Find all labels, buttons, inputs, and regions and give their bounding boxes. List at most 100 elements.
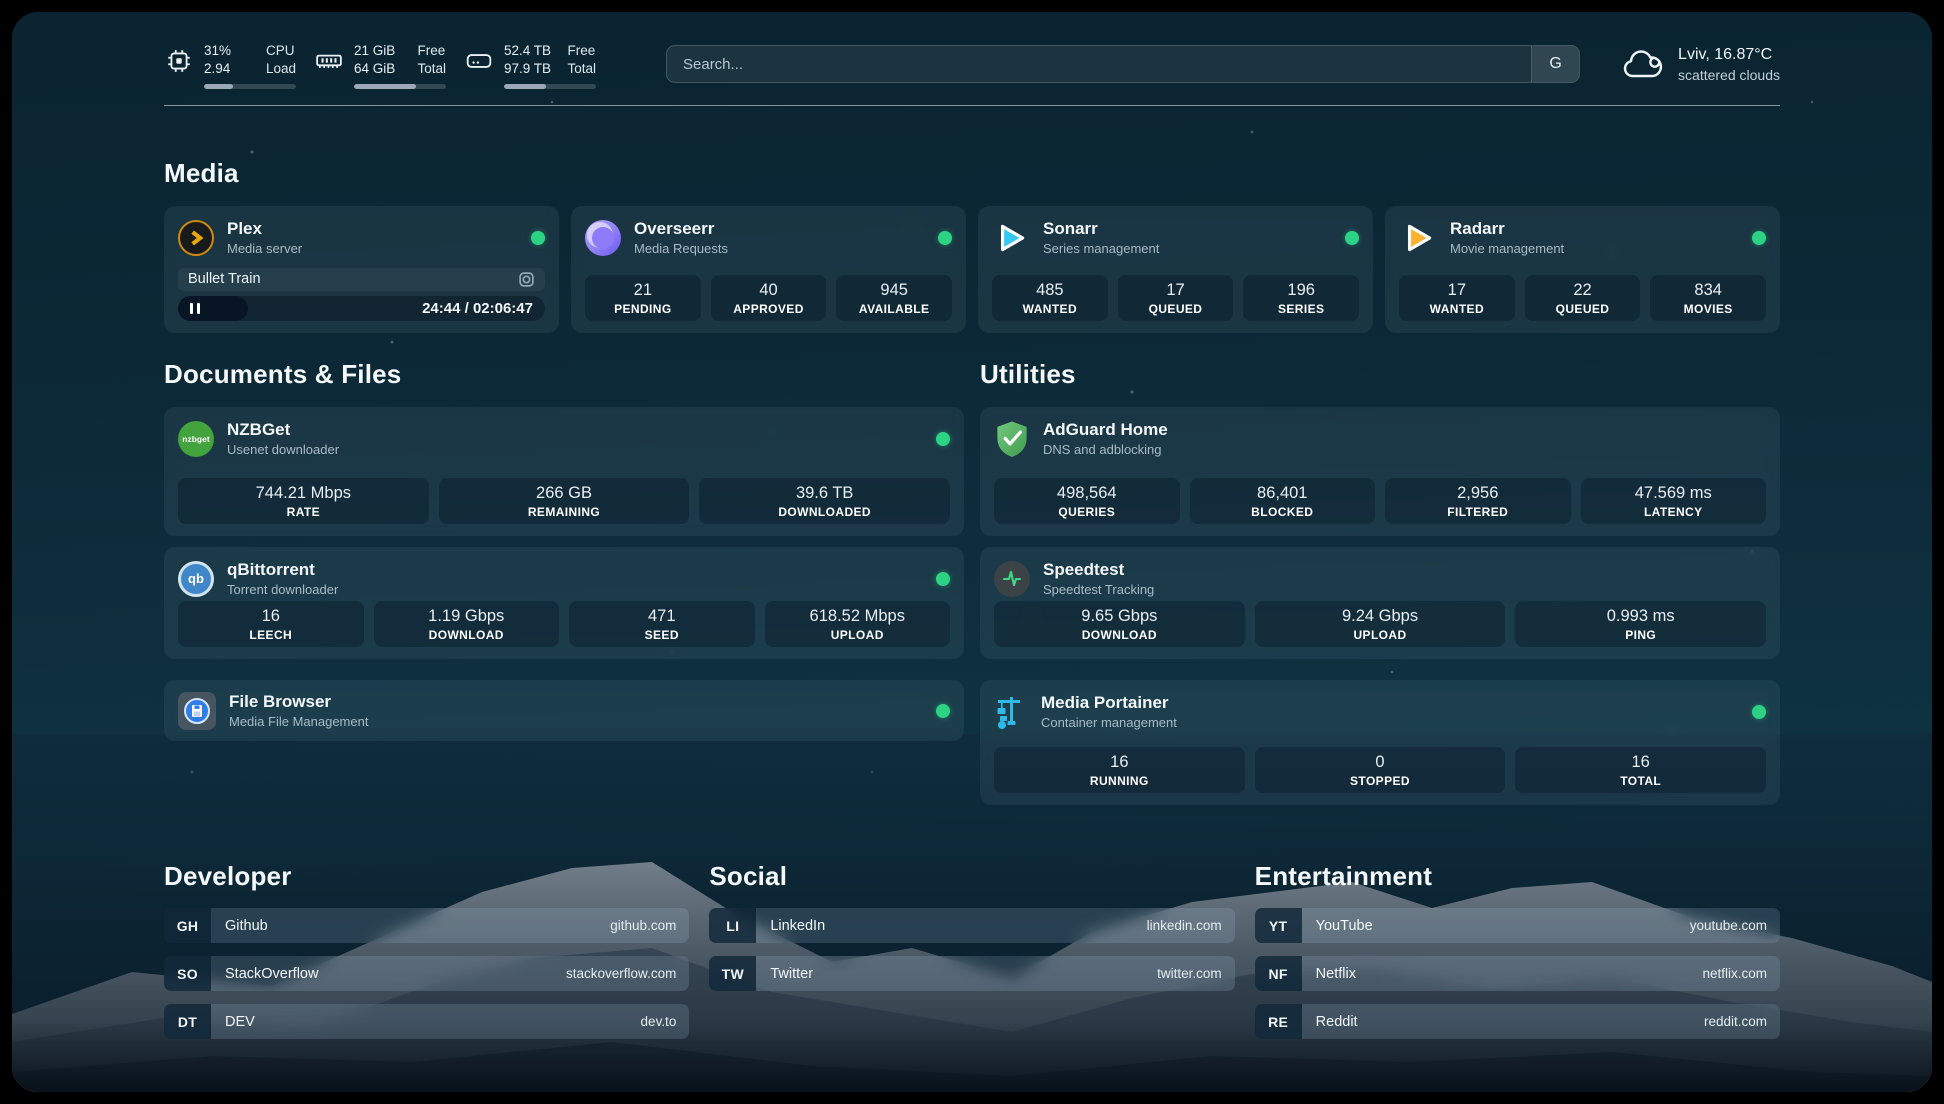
memory-stat-widget: 21 GiB 64 GiB Free Total bbox=[314, 42, 446, 89]
disk-label-bottom: Total bbox=[567, 60, 596, 78]
app-card-sonarr[interactable]: Sonarr Series management 485 WANTED 17 Q… bbox=[978, 206, 1373, 333]
stat-box: 834 MOVIES bbox=[1650, 275, 1766, 321]
link-row-stackoverflow[interactable]: SO StackOverflow stackoverflow.com bbox=[164, 956, 689, 991]
section-title-media: Media bbox=[164, 158, 1780, 189]
app-subtitle: Torrent downloader bbox=[227, 582, 338, 598]
link-url: youtube.com bbox=[1690, 918, 1767, 933]
link-badge: RE bbox=[1255, 1004, 1302, 1039]
stat-box: 1.19 Gbps DOWNLOAD bbox=[374, 601, 560, 647]
link-row-twitter[interactable]: TW Twitter twitter.com bbox=[709, 956, 1234, 991]
link-row-dev[interactable]: DT DEV dev.to bbox=[164, 1004, 689, 1039]
now-playing-title: Bullet Train bbox=[188, 271, 261, 287]
app-card-speedtest[interactable]: Speedtest Speedtest Tracking 9.65 Gbps D… bbox=[980, 547, 1780, 659]
cpu-load-value: 2.94 bbox=[204, 60, 231, 78]
stat-box: 40 APPROVED bbox=[711, 275, 827, 321]
sonarr-icon bbox=[992, 219, 1030, 257]
memory-icon bbox=[314, 42, 344, 89]
plex-icon bbox=[178, 220, 214, 256]
status-online-dot bbox=[936, 572, 950, 586]
memory-free-value: 21 GiB bbox=[354, 42, 395, 60]
stat-box: 16 RUNNING bbox=[994, 747, 1245, 793]
app-name: File Browser bbox=[229, 691, 368, 712]
link-label: LinkedIn bbox=[770, 918, 825, 934]
link-badge: GH bbox=[164, 908, 211, 943]
status-online-dot bbox=[1752, 705, 1766, 719]
stat-box: 16 LEECH bbox=[178, 601, 364, 647]
app-card-portainer[interactable]: Media Portainer Container management 16 … bbox=[980, 680, 1780, 805]
app-subtitle: Media Requests bbox=[634, 241, 728, 257]
link-badge: SO bbox=[164, 956, 211, 991]
link-row-reddit[interactable]: RE Reddit reddit.com bbox=[1255, 1004, 1780, 1039]
header-divider bbox=[164, 105, 1780, 107]
link-row-netflix[interactable]: NF Netflix netflix.com bbox=[1255, 956, 1780, 991]
app-name: Sonarr bbox=[1043, 218, 1159, 239]
cpu-label-bottom: Load bbox=[266, 60, 296, 78]
filebrowser-icon bbox=[178, 692, 216, 730]
radarr-icon bbox=[1399, 219, 1437, 257]
section-documents: Documents & Files nzbget NZBGet Usenet d… bbox=[164, 359, 964, 805]
memory-label-bottom: Total bbox=[417, 60, 446, 78]
link-row-github[interactable]: GH Github github.com bbox=[164, 908, 689, 943]
section-utilities: Utilities AdGuard Home bbox=[980, 359, 1780, 805]
app-name: Plex bbox=[227, 218, 302, 239]
app-card-radarr[interactable]: Radarr Movie management 17 WANTED 22 QUE… bbox=[1385, 206, 1780, 333]
search-input[interactable] bbox=[667, 56, 1531, 73]
stat-box: 17 QUEUED bbox=[1118, 275, 1234, 321]
section-social: Social LI LinkedIn linkedin.com TW Twitt… bbox=[709, 861, 1234, 1039]
app-name: Overseerr bbox=[634, 218, 728, 239]
pause-icon[interactable] bbox=[190, 303, 200, 314]
app-subtitle: Movie management bbox=[1450, 241, 1564, 257]
overseerr-icon bbox=[585, 220, 621, 256]
app-card-adguard[interactable]: AdGuard Home DNS and adblocking 498,564 … bbox=[980, 407, 1780, 536]
media-progress-bar[interactable]: 24:44 / 02:06:47 bbox=[178, 296, 545, 321]
section-title-developer: Developer bbox=[164, 861, 689, 892]
link-row-linkedin[interactable]: LI LinkedIn linkedin.com bbox=[709, 908, 1234, 943]
search-engine-button[interactable]: G bbox=[1531, 46, 1579, 82]
stat-box: 266 GB REMAINING bbox=[439, 478, 690, 524]
app-card-nzbget[interactable]: nzbget NZBGet Usenet downloader 744.21 M… bbox=[164, 407, 964, 536]
link-url: netflix.com bbox=[1702, 966, 1767, 981]
link-label: YouTube bbox=[1316, 918, 1373, 934]
section-title-documents: Documents & Files bbox=[164, 359, 964, 390]
link-url: reddit.com bbox=[1704, 1014, 1767, 1029]
link-badge: YT bbox=[1255, 908, 1302, 943]
app-name: Speedtest bbox=[1043, 559, 1154, 580]
link-row-youtube[interactable]: YT YouTube youtube.com bbox=[1255, 908, 1780, 943]
app-name: qBittorrent bbox=[227, 559, 338, 580]
weather-condition: scattered clouds bbox=[1678, 67, 1780, 83]
link-url: github.com bbox=[610, 918, 676, 933]
link-url: twitter.com bbox=[1157, 966, 1222, 981]
link-label: Twitter bbox=[770, 966, 813, 982]
app-card-filebrowser[interactable]: File Browser Media File Management bbox=[164, 680, 964, 741]
link-badge: TW bbox=[709, 956, 756, 991]
memory-progress-bar bbox=[354, 84, 446, 89]
camera-icon[interactable] bbox=[518, 271, 535, 288]
app-name: Media Portainer bbox=[1041, 692, 1177, 713]
section-title-utilities: Utilities bbox=[980, 359, 1780, 390]
stat-box: 471 SEED bbox=[569, 601, 755, 647]
app-subtitle: Usenet downloader bbox=[227, 442, 339, 458]
stat-box: 618.52 Mbps UPLOAD bbox=[765, 601, 951, 647]
app-card-overseerr[interactable]: Overseerr Media Requests 21 PENDING 40 A… bbox=[571, 206, 966, 333]
memory-label-top: Free bbox=[417, 42, 446, 60]
app-subtitle: Speedtest Tracking bbox=[1043, 582, 1154, 598]
stat-box: 22 QUEUED bbox=[1525, 275, 1641, 321]
cpu-label-top: CPU bbox=[266, 42, 296, 60]
disk-free-value: 52.4 TB bbox=[504, 42, 551, 60]
app-card-plex[interactable]: Plex Media server Bullet Train bbox=[164, 206, 559, 333]
app-name: NZBGet bbox=[227, 419, 339, 440]
app-card-qbittorrent[interactable]: qb qBittorrent Torrent downloader 16 LEE… bbox=[164, 547, 964, 659]
link-badge: DT bbox=[164, 1004, 211, 1039]
stat-box: 47.569 ms LATENCY bbox=[1581, 478, 1767, 524]
link-label: Github bbox=[225, 918, 268, 934]
status-online-dot bbox=[936, 432, 950, 446]
stat-box: 2,956 FILTERED bbox=[1385, 478, 1571, 524]
stat-box: 498,564 QUERIES bbox=[994, 478, 1180, 524]
cpu-icon bbox=[164, 42, 194, 89]
app-subtitle: Container management bbox=[1041, 715, 1177, 731]
link-label: Reddit bbox=[1316, 1014, 1358, 1030]
app-subtitle: Series management bbox=[1043, 241, 1159, 257]
stat-box: 9.65 Gbps DOWNLOAD bbox=[994, 601, 1245, 647]
status-online-dot bbox=[938, 231, 952, 245]
link-label: DEV bbox=[225, 1014, 255, 1030]
